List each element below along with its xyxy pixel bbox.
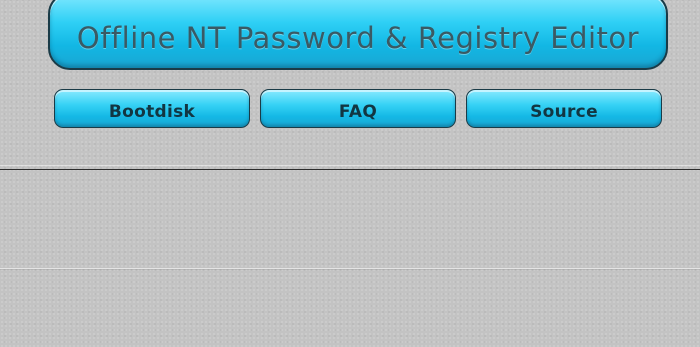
nav-bootdisk-label: Bootdisk: [108, 101, 196, 122]
nav-bootdisk-button[interactable]: Bootdisk: [54, 89, 250, 128]
page: Offline NT Password & Registry Editor Bo…: [0, 0, 700, 347]
divider-lower-shadow: [0, 269, 700, 270]
divider: [0, 169, 700, 170]
title-banner: Offline NT Password & Registry Editor: [48, 0, 668, 70]
page-title: Offline NT Password & Registry Editor: [76, 21, 640, 55]
nav-faq-label: FAQ: [338, 101, 378, 122]
divider-highlight: [0, 165, 700, 166]
nav-source-label: Source: [530, 101, 598, 122]
nav-bar: Bootdisk FAQ Source: [54, 89, 662, 128]
nav-faq-button[interactable]: FAQ: [260, 89, 456, 128]
nav-source-button[interactable]: Source: [466, 89, 662, 128]
